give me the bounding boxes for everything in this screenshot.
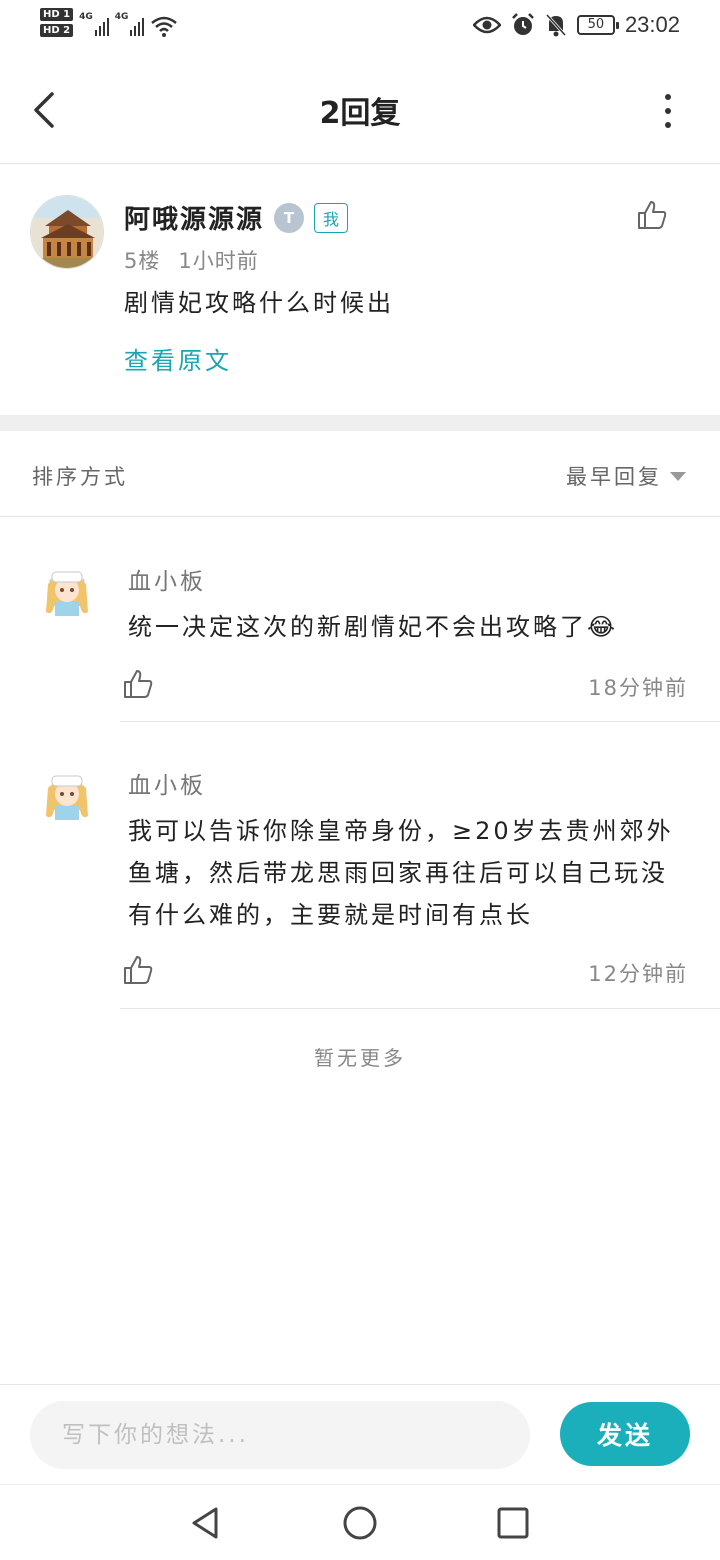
- level-badge: T: [274, 202, 305, 233]
- author-avatar[interactable]: [30, 195, 104, 269]
- status-right: 50 23:02: [472, 12, 680, 38]
- reply-item: 血小板 我可以告诉你除皇帝身份，≥20岁去贵州郊外鱼塘，然后带龙思雨回家再往后可…: [0, 722, 720, 1010]
- signal-2-icon: 4G: [115, 12, 145, 36]
- reply-author[interactable]: 血小板: [128, 562, 206, 596]
- reply-item: 血小板 统一决定这次的新剧情妃不会出攻略了😂 18分钟前: [0, 518, 720, 722]
- post-meta: 5楼 1小时前: [124, 245, 259, 275]
- thumbs-up-icon[interactable]: [636, 199, 668, 231]
- status-left: HD 1 HD 2 4G 4G: [40, 8, 178, 38]
- sort-label: 排序方式: [32, 465, 128, 489]
- wifi-icon: [151, 16, 178, 37]
- reply-text: 统一决定这次的新剧情妃不会出攻略了😂: [128, 613, 619, 641]
- network-type-1: 4G: [79, 12, 93, 22]
- battery-indicator: 50: [576, 15, 619, 35]
- hd1-indicator: HD 1: [40, 8, 74, 21]
- eye-icon: [472, 16, 501, 34]
- avatar-image: [31, 196, 103, 268]
- sort-value: 最早回复: [566, 465, 662, 489]
- reply-text: 我可以告诉你除皇帝身份，≥20岁去贵州郊外鱼塘，然后带龙思雨回家再往后可以自己玩…: [128, 817, 674, 929]
- alarm-icon: [512, 13, 534, 35]
- thumbs-up-icon[interactable]: [122, 954, 154, 986]
- me-badge: 我: [314, 202, 349, 233]
- status-bar: HD 1 HD 2 4G 4G 50 23:02: [0, 0, 720, 56]
- hd2-indicator: HD 2: [40, 24, 74, 37]
- author-row: 阿哦源源源 T 我: [124, 199, 349, 236]
- reply-author[interactable]: 血小板: [128, 766, 206, 800]
- reply-avatar[interactable]: [42, 770, 92, 826]
- sort-bar: 排序方式 最早回复: [0, 431, 720, 517]
- network-type-2: 4G: [114, 12, 129, 22]
- original-comment: 阿哦源源源 T 我 5楼 1小时前 剧情妃攻略什么时候出 查看原文: [0, 165, 720, 415]
- system-nav-bar: [0, 1484, 720, 1560]
- reply-avatar[interactable]: [42, 566, 92, 622]
- clock: 23:02: [624, 12, 680, 37]
- comment-input[interactable]: [30, 1401, 530, 1469]
- post-time: 1小时前: [178, 249, 259, 273]
- thumbs-up-icon[interactable]: [122, 668, 154, 700]
- comment-input-bar: 发送: [0, 1384, 720, 1484]
- post-content: 剧情妃攻略什么时候出: [124, 289, 394, 317]
- reply-time: 12分钟前: [588, 962, 688, 986]
- nav-home-icon[interactable]: [342, 1505, 378, 1541]
- reply-time: 18分钟前: [588, 676, 688, 700]
- more-options-icon[interactable]: [662, 94, 674, 128]
- nav-recents-icon[interactable]: [495, 1505, 531, 1541]
- page-title: 2回复: [319, 96, 401, 131]
- author-name[interactable]: 阿哦源源源: [124, 199, 264, 236]
- nav-back-icon[interactable]: [188, 1505, 224, 1541]
- send-button[interactable]: 发送: [560, 1402, 690, 1466]
- section-divider: [0, 415, 720, 431]
- dropdown-arrow-icon: [670, 471, 686, 481]
- sort-dropdown[interactable]: 最早回复: [566, 461, 686, 491]
- reply-divider: [120, 1008, 720, 1009]
- top-nav: 2回复: [0, 56, 720, 164]
- floor-number: 5楼: [124, 249, 161, 273]
- signal-1-icon: 4G: [79, 12, 109, 36]
- no-more-text: 暂无更多: [314, 1046, 406, 1070]
- view-original-link[interactable]: 查看原文: [124, 341, 232, 376]
- mute-bell-icon: [545, 13, 567, 37]
- hd-indicators: HD 1 HD 2: [40, 8, 74, 37]
